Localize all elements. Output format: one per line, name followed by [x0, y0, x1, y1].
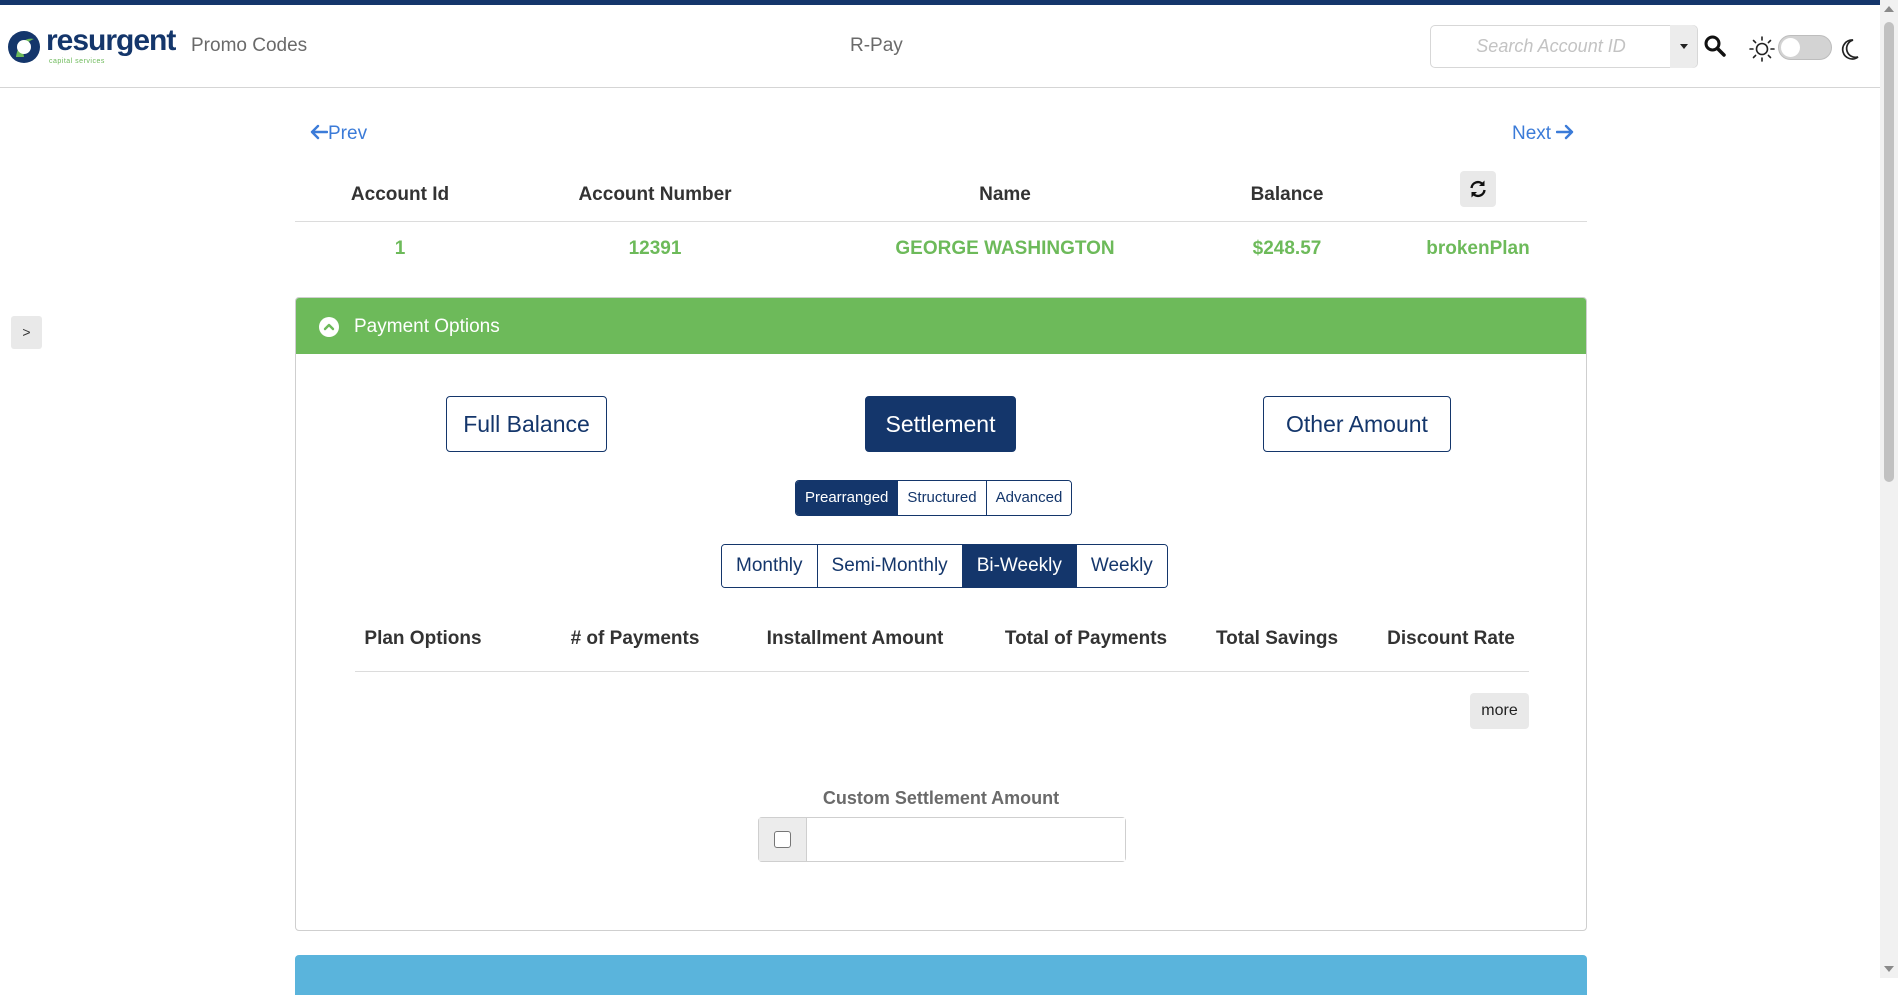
nav-promo-codes[interactable]: Promo Codes [191, 35, 307, 57]
custom-settlement-group [758, 817, 1126, 862]
arrow-right-icon [1556, 124, 1574, 140]
sun-icon [1749, 36, 1775, 62]
brand-logo[interactable]: resurgent capital services [6, 24, 176, 72]
logo-mark-icon [8, 31, 40, 63]
full-balance-button[interactable]: Full Balance [446, 396, 607, 452]
sidebar-toggle-button[interactable]: > [11, 316, 42, 349]
navbar: resurgent capital services Promo Codes R… [0, 5, 1880, 88]
brand-tagline: capital services [49, 58, 105, 65]
moon-icon [1841, 39, 1859, 60]
custom-settlement-input[interactable] [807, 818, 1125, 861]
frequency-weekly[interactable]: Weekly [1076, 545, 1167, 587]
prev-link[interactable]: Prev [310, 123, 367, 145]
collapse-chevron-icon[interactable] [319, 317, 339, 337]
frequency-semi-monthly[interactable]: Semi-Monthly [817, 545, 963, 587]
next-label: Next [1512, 123, 1552, 144]
search-dropdown-toggle[interactable] [1670, 25, 1697, 68]
plan-type-structured[interactable]: Structured [898, 481, 987, 515]
custom-settlement-checkbox[interactable] [774, 831, 791, 848]
frequency-bi-weekly[interactable]: Bi-Weekly [962, 545, 1077, 587]
nav-r-pay[interactable]: R-Pay [850, 35, 903, 57]
theme-toggle[interactable] [1778, 35, 1832, 60]
col-total-of-payments: Total of Payments [1004, 628, 1168, 649]
account-id-value: 1 [394, 238, 406, 259]
search-account-box [1430, 25, 1698, 68]
col-name: Name [979, 184, 1031, 205]
frequency-group: Monthly Semi-Monthly Bi-Weekly Weekly [721, 544, 1168, 588]
account-summary-table: Account Id Account Number Name Balance 1… [295, 170, 1587, 280]
scroll-down-arrow-icon[interactable] [1884, 966, 1894, 972]
scroll-up-arrow-icon[interactable] [1884, 6, 1894, 12]
col-plan-options: Plan Options [364, 628, 482, 649]
payment-options-title: Payment Options [354, 316, 500, 337]
plan-options-table-header: Plan Options # of Payments Installment A… [355, 628, 1529, 672]
plan-type-advanced[interactable]: Advanced [986, 481, 1072, 515]
col-account-number: Account Number [578, 184, 732, 205]
col-account-id: Account Id [350, 184, 450, 205]
col-total-savings: Total Savings [1215, 628, 1339, 649]
search-account-input[interactable] [1431, 26, 1671, 67]
col-discount-rate: Discount Rate [1387, 628, 1515, 649]
next-link[interactable]: Next [1512, 123, 1574, 145]
col-balance: Balance [1250, 184, 1324, 205]
arrow-left-icon [310, 124, 329, 140]
payment-options-panel: Payment Options Full Balance Settlement … [295, 297, 1587, 931]
more-button[interactable]: more [1470, 693, 1529, 729]
settlement-button[interactable]: Settlement [865, 396, 1016, 452]
scroll-thumb[interactable] [1884, 22, 1894, 482]
col-installment-amount: Installment Amount [766, 628, 944, 649]
account-balance-value: $248.57 [1252, 238, 1322, 259]
account-number-value: 12391 [628, 238, 682, 259]
plan-type-prearranged[interactable]: Prearranged [796, 481, 899, 515]
refresh-icon [1470, 180, 1486, 198]
account-row[interactable]: 1 12391 GEORGE WASHINGTON $248.57 broken… [295, 222, 1587, 280]
custom-settlement-checkbox-wrap [759, 818, 807, 861]
plan-status-value: brokenPlan [1426, 238, 1530, 259]
account-table-header: Account Id Account Number Name Balance [295, 170, 1587, 222]
other-amount-button[interactable]: Other Amount [1263, 396, 1451, 452]
custom-settlement-label: Custom Settlement Amount [822, 788, 1060, 808]
payment-options-header[interactable]: Payment Options [296, 298, 1586, 354]
prev-label: Prev [328, 123, 368, 144]
plan-type-group: Prearranged Structured Advanced [795, 480, 1073, 516]
next-section-panel-header[interactable] [295, 955, 1587, 995]
col-num-payments: # of Payments [570, 628, 700, 649]
refresh-button[interactable] [1460, 171, 1496, 207]
page-scrollbar[interactable] [1880, 0, 1898, 978]
frequency-monthly[interactable]: Monthly [722, 545, 818, 587]
brand-name: resurgent [46, 24, 176, 57]
search-icon[interactable] [1702, 33, 1728, 59]
account-name-value: GEORGE WASHINGTON [895, 238, 1115, 259]
